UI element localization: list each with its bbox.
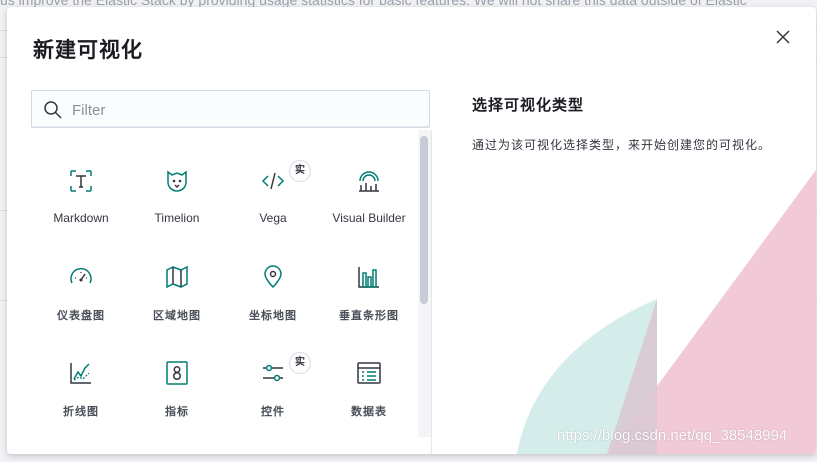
visual-builder-icon — [359, 171, 379, 192]
tile-label: 指标 — [165, 405, 189, 418]
tile-controls[interactable]: 实 控件 — [227, 343, 319, 423]
tile-markdown[interactable]: Markdown — [35, 151, 127, 231]
tile-timelion[interactable]: Timelion — [131, 151, 223, 231]
tile-metric[interactable]: 指标 — [131, 343, 223, 423]
tile-label: 垂直条形图 — [339, 309, 399, 322]
tile-label: 数据表 — [351, 405, 387, 418]
search-icon — [44, 101, 62, 119]
code-icon — [261, 172, 285, 190]
tile-label: 坐标地图 — [249, 309, 297, 322]
description-title: 选择可视化类型 — [472, 96, 585, 114]
visualization-type-grid: Markdown Timelion 实 Vega Visual Builder … — [31, 130, 432, 454]
modal-title: 新建可视化 — [33, 37, 143, 62]
filter-input[interactable] — [70, 92, 424, 128]
watermark-text: https://blog.csdn.net/qq_38548994 — [557, 427, 788, 444]
tile-vega[interactable]: 实 Vega — [227, 151, 319, 231]
tile-visual-builder[interactable]: Visual Builder — [323, 151, 415, 231]
tile-vertical-bar[interactable]: 垂直条形图 — [323, 247, 415, 327]
close-button[interactable] — [771, 25, 795, 49]
vertical-bar-icon — [358, 267, 379, 288]
data-table-icon — [357, 362, 381, 384]
map-pin-icon — [264, 265, 282, 289]
tile-label: 区域地图 — [153, 309, 201, 322]
line-chart-icon — [70, 363, 91, 384]
tile-label: Markdown — [53, 211, 109, 225]
filter-search-box[interactable] — [31, 90, 430, 128]
new-visualization-modal: 新建可视化 Markdown Timel — [7, 7, 816, 454]
metric-icon — [166, 361, 188, 385]
close-icon — [776, 30, 790, 44]
description-text: 通过为该可视化选择类型，来开始创建您的可视化。 — [472, 138, 772, 152]
tile-label: Visual Builder — [332, 211, 406, 225]
tile-line-chart[interactable]: 折线图 — [35, 343, 127, 423]
tile-data-table[interactable]: 数据表 — [323, 343, 415, 423]
tile-gauge[interactable]: 仪表盘图 — [35, 247, 127, 327]
controls-icon — [263, 364, 283, 382]
tile-coordinate-map[interactable]: 坐标地图 — [227, 247, 319, 327]
region-map-icon — [166, 265, 188, 289]
tile-label: Timelion — [154, 211, 200, 225]
tile-region-map[interactable]: 区域地图 — [131, 247, 223, 327]
tile-label: 折线图 — [63, 405, 99, 418]
tile-label: Vega — [259, 211, 287, 225]
grid-scrollbar-thumb[interactable] — [420, 136, 428, 304]
experimental-badge: 实 — [289, 160, 311, 182]
tile-label: 控件 — [261, 405, 285, 418]
tile-label: 仪表盘图 — [57, 309, 105, 322]
experimental-badge: 实 — [289, 352, 311, 374]
timelion-icon — [167, 170, 187, 192]
markdown-icon — [70, 170, 92, 192]
gauge-icon — [70, 267, 92, 284]
